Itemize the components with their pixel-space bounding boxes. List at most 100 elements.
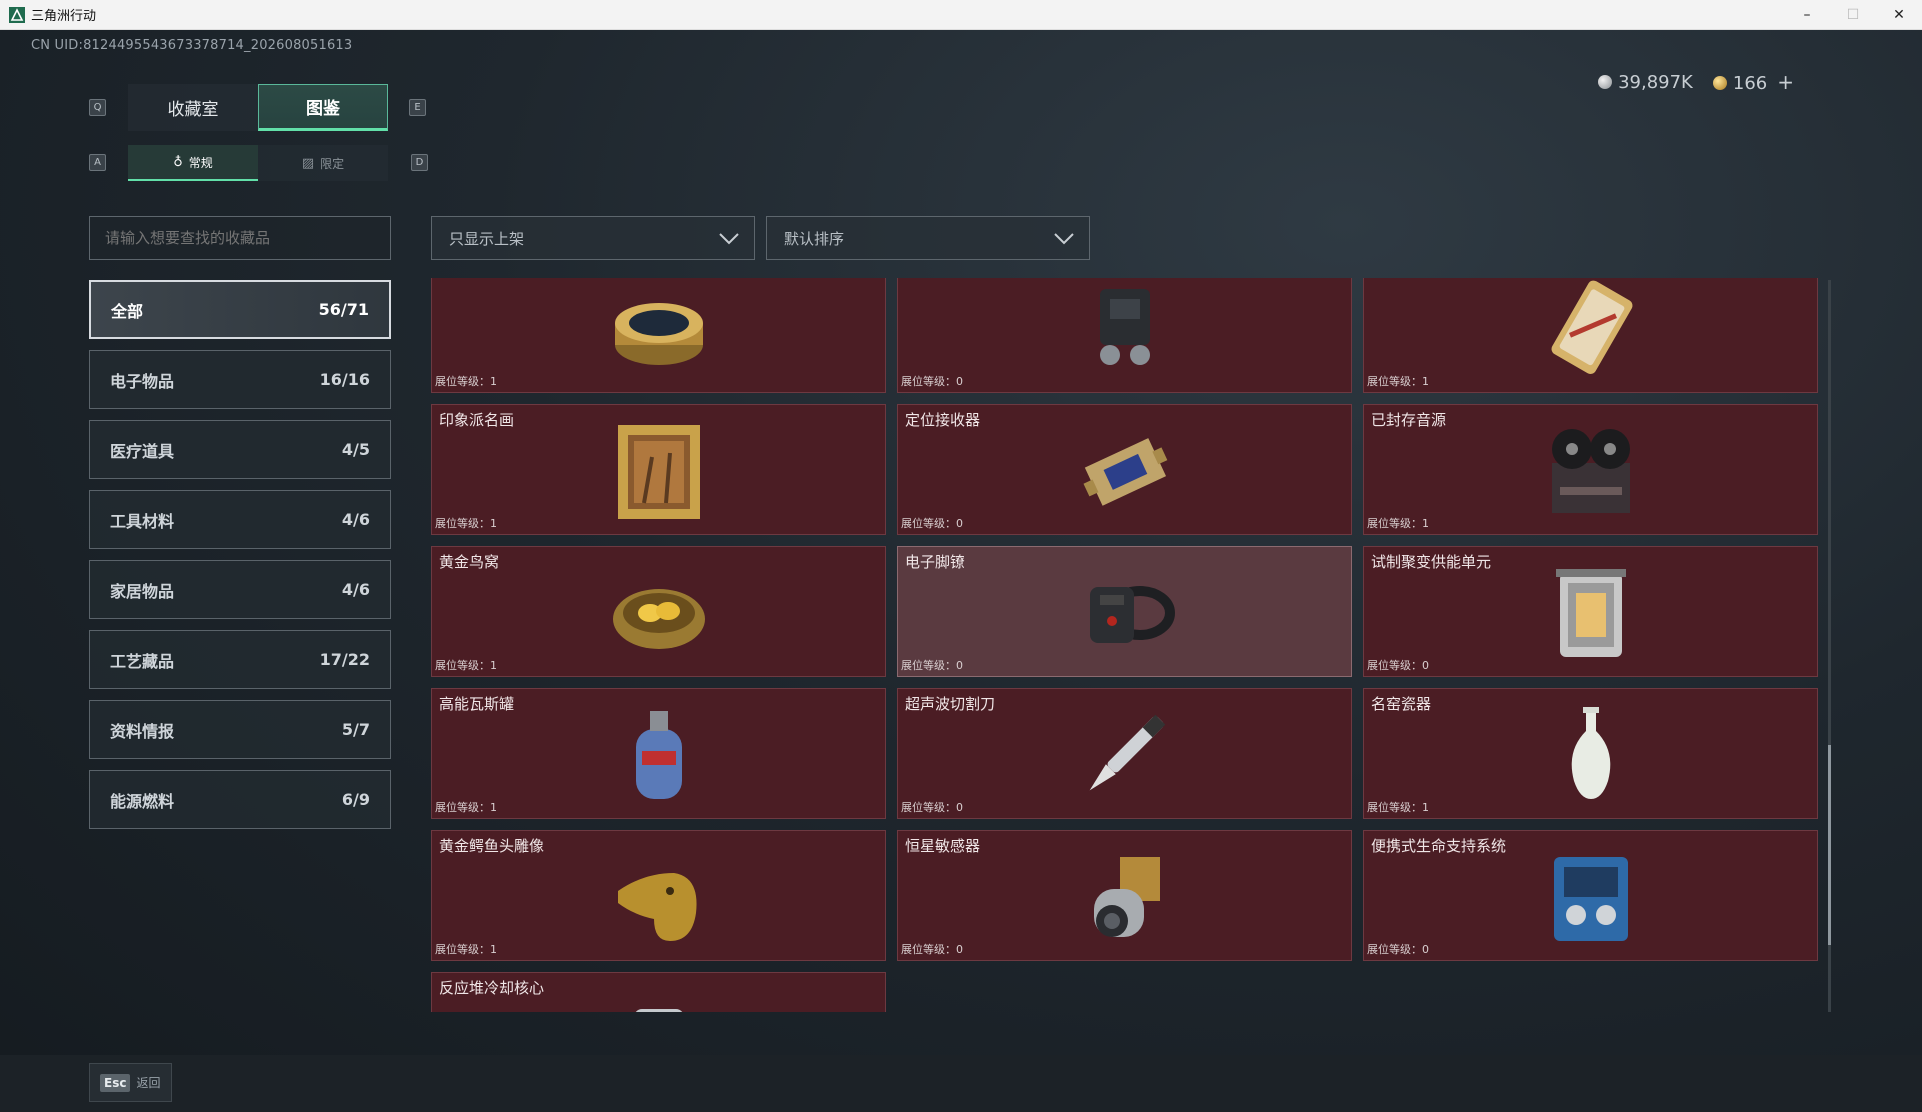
category-medical[interactable]: 医疗道具 4/5 [89, 420, 391, 479]
app-logo-icon [9, 6, 25, 23]
item-card[interactable]: 反应堆冷却核心 [431, 972, 886, 1012]
key-hint-d: D [411, 154, 428, 171]
category-label: 医疗道具 [110, 441, 175, 461]
item-card[interactable]: 印象派名画 展位等级：1 [431, 404, 886, 535]
currency-bar: 39,897K 166 + [1598, 70, 1794, 94]
item-card[interactable]: 黄金鸟窝 展位等级：1 [431, 546, 886, 677]
tab-codex[interactable]: 图鉴 [258, 84, 388, 131]
category-label: 工具材料 [110, 511, 175, 531]
item-card[interactable]: 展位等级：0 [897, 278, 1352, 393]
tab-collection-room[interactable]: 收藏室 [128, 84, 258, 131]
sort-value: 默认排序 [784, 229, 845, 248]
item-name: 便携式生命支持系统 [1371, 837, 1507, 855]
item-level: 展位等级：0 [901, 943, 963, 956]
category-label: 工艺藏品 [110, 651, 175, 671]
category-count: 16/16 [319, 370, 370, 389]
category-intel[interactable]: 资料情报 5/7 [89, 700, 391, 759]
item-name: 名窑瓷器 [1371, 695, 1432, 713]
ultrasonic-cutter-icon [1089, 714, 1165, 791]
item-card[interactable]: 便携式生命支持系统 展位等级：0 [1363, 830, 1818, 961]
item-grid: 展位等级：1 展位等级：0 展位等级：1 印象派名画 展位等级：1 定位接收器 … [431, 278, 1821, 1012]
key-hint-q: Q [89, 99, 106, 116]
category-count: 4/6 [341, 510, 370, 529]
back-label: 返回 [136, 1076, 161, 1090]
search-input[interactable] [89, 216, 391, 260]
gas-tank-icon [635, 711, 682, 799]
item-level: 展位等级：1 [435, 375, 497, 388]
silver-amount: 39,897K [1618, 71, 1693, 93]
pin-icon: ♁ [173, 154, 183, 170]
maximize-button[interactable]: ☐ [1830, 0, 1876, 30]
image-icon: ▨ [301, 155, 315, 171]
category-list: 全部 56/71 电子物品 16/16 医疗道具 4/5 工具材料 4/6 家居物品 4/… [89, 280, 391, 840]
item-card[interactable]: 展位等级：1 [431, 278, 886, 393]
subtab-limited-label: 限定 [320, 156, 345, 171]
item-name: 黄金鸟窝 [439, 553, 500, 571]
minimize-button[interactable]: – [1784, 0, 1830, 30]
item-card[interactable]: 超声波切割刀 展位等级：0 [897, 688, 1352, 819]
item-name: 定位接收器 [905, 411, 981, 429]
category-electronics[interactable]: 电子物品 16/16 [89, 350, 391, 409]
silver-coin-icon [1598, 74, 1613, 89]
back-button[interactable]: Esc 返回 [89, 1063, 172, 1102]
tape-recorder-icon [1551, 429, 1630, 513]
item-level: 展位等级：1 [1367, 375, 1429, 388]
item-card[interactable]: 名窑瓷器 展位等级：1 [1363, 688, 1818, 819]
category-label: 能源燃料 [110, 791, 175, 811]
item-level: 展位等级：1 [435, 943, 497, 956]
item-card[interactable]: 恒星敏感器 展位等级：0 [897, 830, 1352, 961]
chevron-down-icon [1054, 233, 1074, 245]
item-level: 展位等级：1 [435, 659, 497, 672]
caviar-tin-icon [614, 303, 703, 365]
fusion-unit-icon [1555, 569, 1626, 657]
player-uid: CN UID:8124495543673378714_202608051613 [31, 38, 353, 53]
subtab-limited[interactable]: ▨ 限定 [258, 145, 388, 181]
category-count: 17/22 [319, 650, 370, 669]
item-name: 超声波切割刀 [905, 695, 996, 713]
close-button[interactable]: ✕ [1876, 0, 1922, 30]
category-count: 4/6 [341, 580, 370, 599]
item-grid-viewport[interactable]: 展位等级：1 展位等级：0 展位等级：1 印象派名画 展位等级：1 定位接收器 … [431, 278, 1821, 1012]
category-tools[interactable]: 工具材料 4/6 [89, 490, 391, 549]
gold-currency: 166 + [1712, 70, 1794, 94]
golden-crocodile-icon [617, 873, 697, 941]
porcelain-vase-icon [1571, 707, 1610, 799]
add-currency-button[interactable]: + [1777, 70, 1794, 94]
item-card[interactable]: 黄金鳄鱼头雕像 展位等级：1 [431, 830, 886, 961]
item-name: 反应堆冷却核心 [439, 979, 545, 997]
item-level: 展位等级：0 [1367, 659, 1429, 672]
scrollbar-thumb[interactable] [1828, 745, 1831, 945]
grid-scrollbar[interactable] [1828, 280, 1831, 1012]
item-level: 展位等级：0 [901, 517, 963, 530]
item-card[interactable]: 已封存音源 展位等级：1 [1363, 404, 1818, 535]
ankle-monitor-icon [1089, 586, 1175, 643]
subtab-regular-label: 常规 [188, 155, 213, 170]
category-label: 家居物品 [110, 581, 175, 601]
shelf-filter-dropdown[interactable]: 只显示上架 [431, 216, 755, 260]
item-card[interactable]: 电子脚镣 展位等级：0 [897, 546, 1352, 677]
main-tabs: 收藏室 图鉴 [128, 84, 388, 131]
painting-icon [617, 425, 700, 519]
item-card[interactable]: 试制聚变供能单元 展位等级：0 [1363, 546, 1818, 677]
category-household[interactable]: 家居物品 4/6 [89, 560, 391, 619]
esc-key-hint: Esc [100, 1073, 131, 1092]
silver-currency: 39,897K [1598, 72, 1693, 93]
item-level: 展位等级：0 [901, 375, 963, 388]
item-card[interactable]: 定位接收器 展位等级：0 [897, 404, 1352, 535]
category-label: 资料情报 [110, 721, 175, 741]
item-name: 高能瓦斯罐 [439, 695, 515, 713]
shelf-filter-value: 只显示上架 [449, 229, 525, 248]
subtab-regular[interactable]: ♁ 常规 [128, 145, 258, 181]
chevron-down-icon [719, 233, 739, 245]
item-card[interactable]: 高能瓦斯罐 展位等级：1 [431, 688, 886, 819]
category-count: 4/5 [341, 440, 370, 459]
item-card[interactable]: 展位等级：1 [1363, 278, 1818, 393]
category-crafts[interactable]: 工艺藏品 17/22 [89, 630, 391, 689]
sub-tabs: ♁ 常规 ▨ 限定 [128, 145, 388, 181]
category-count: 56/71 [318, 300, 369, 319]
category-all[interactable]: 全部 56/71 [89, 280, 391, 339]
category-energy[interactable]: 能源燃料 6/9 [89, 770, 391, 829]
window-title: 三角洲行动 [31, 9, 97, 24]
sort-dropdown[interactable]: 默认排序 [766, 216, 1090, 260]
backpack-device-icon [1099, 289, 1150, 365]
